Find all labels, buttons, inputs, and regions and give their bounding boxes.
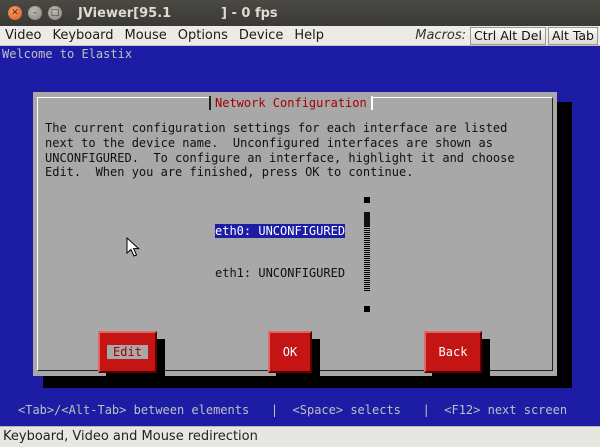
menu-help[interactable]: Help xyxy=(288,28,329,43)
menu-options[interactable]: Options xyxy=(172,28,233,43)
ok-button[interactable]: OK xyxy=(268,331,312,373)
back-button-label: Back xyxy=(438,345,468,359)
interface-eth1[interactable]: eth1: UNCONFIGURED xyxy=(215,266,345,280)
ok-button-label: OK xyxy=(282,345,298,359)
dialog-description: The current configuration settings for e… xyxy=(45,121,515,180)
status-bar: Keyboard, Video and Mouse redirection xyxy=(0,426,600,447)
close-window-button[interactable]: ✕ xyxy=(8,6,22,20)
dialog-title: Network Configuration xyxy=(209,96,373,110)
alt-tab-button[interactable]: Alt Tab xyxy=(547,26,598,45)
scroll-down-icon xyxy=(364,306,370,312)
scroll-thumb[interactable] xyxy=(364,212,370,226)
menu-keyboard[interactable]: Keyboard xyxy=(46,28,118,43)
window-title: JViewer[95.1 ] - 0 fps xyxy=(78,5,278,21)
interface-eth0[interactable]: eth0: UNCONFIGURED xyxy=(215,224,346,238)
back-button[interactable]: Back xyxy=(424,331,482,373)
status-text: Keyboard, Video and Mouse redirection xyxy=(3,429,258,444)
interface-list: eth0: UNCONFIGURED eth1: UNCONFIGURED xyxy=(215,196,346,308)
minimize-window-button[interactable]: – xyxy=(28,6,42,20)
menu-video[interactable]: Video xyxy=(0,28,46,43)
interface-list-scrollbar[interactable] xyxy=(364,196,370,312)
minimize-icon: – xyxy=(32,7,38,18)
close-icon: ✕ xyxy=(11,7,19,18)
menu-mouse[interactable]: Mouse xyxy=(119,28,172,43)
menubar: Video Keyboard Mouse Options Device Help… xyxy=(0,26,600,46)
scroll-up-icon xyxy=(364,197,370,203)
ctrl-alt-del-button[interactable]: Ctrl Alt Del xyxy=(470,26,546,45)
maximize-window-button[interactable]: □ xyxy=(48,6,62,20)
welcome-text: Welcome to Elastix xyxy=(2,47,133,61)
edit-button-label: Edit xyxy=(107,345,148,359)
maximize-icon: □ xyxy=(50,7,60,18)
mouse-pointer-icon xyxy=(126,237,140,257)
menu-device[interactable]: Device xyxy=(233,28,288,43)
network-configuration-dialog: Network Configuration The current config… xyxy=(33,92,557,383)
edit-button[interactable]: Edit xyxy=(98,331,157,373)
window-titlebar: ✕ – □ JViewer[95.1 ] - 0 fps xyxy=(0,0,600,26)
remote-console[interactable]: Welcome to Elastix Network Configuration… xyxy=(0,46,600,426)
macros-label: Macros: xyxy=(415,28,467,43)
keyboard-hint: <Tab>/<Alt-Tab> between elements | <Spac… xyxy=(18,403,568,417)
